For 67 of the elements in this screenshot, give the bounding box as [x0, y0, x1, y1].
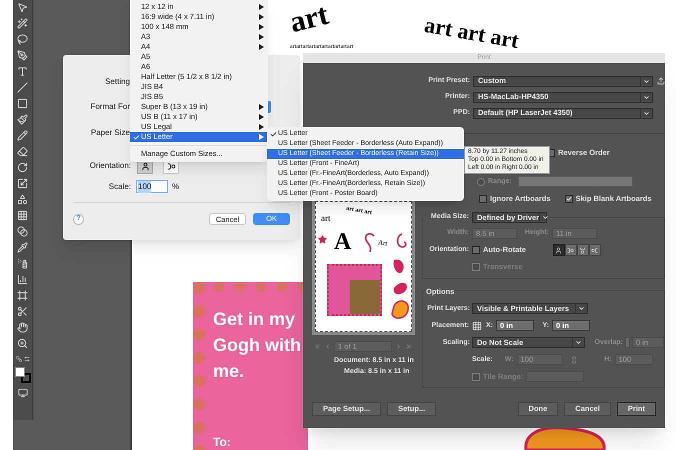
- swap-icon[interactable]: [24, 356, 30, 362]
- pen-icon[interactable]: [17, 50, 28, 61]
- person-icon: [591, 246, 598, 254]
- field-label: Scale:: [108, 180, 131, 192]
- eraser-icon[interactable]: [17, 146, 28, 157]
- art-text: art art art: [422, 14, 520, 52]
- caret-icon: [643, 110, 650, 116]
- caret-icon: [575, 339, 582, 346]
- caret-icon: [578, 305, 585, 312]
- wand-icon[interactable]: [17, 18, 28, 29]
- scale-field[interactable]: 100: [136, 180, 168, 193]
- art-text: art: [321, 214, 330, 223]
- unit-label: %: [172, 180, 180, 192]
- brush-icon[interactable]: [17, 114, 28, 125]
- star-icon: [318, 235, 327, 244]
- photo-placeholder: [350, 280, 380, 314]
- pointer-icon[interactable]: [17, 2, 28, 13]
- grid-icon[interactable]: [17, 210, 28, 221]
- blob-drawing: [390, 258, 411, 322]
- rotate-icon[interactable]: [17, 162, 28, 173]
- art-text: art: [286, 0, 332, 38]
- pencil-icon[interactable]: [17, 130, 28, 141]
- fill-stroke-swatch[interactable]: [14, 367, 30, 383]
- placement-grid-icon[interactable]: [472, 320, 482, 331]
- orientation-button[interactable]: [588, 244, 601, 256]
- person-icon: [579, 246, 586, 254]
- squiggle-drawing: [394, 232, 408, 250]
- person-icon: [140, 162, 150, 170]
- field-label: Paper Size: [90, 127, 130, 139]
- line-icon[interactable]: [17, 82, 28, 93]
- blend-icon[interactable]: [17, 226, 28, 237]
- checkbox[interactable]: [472, 246, 480, 254]
- card-text: Gogh with: [213, 334, 302, 357]
- person-icon: [567, 246, 574, 254]
- zoom-icon[interactable]: [17, 338, 28, 349]
- card-text: me.: [213, 360, 246, 383]
- import-icon[interactable]: [657, 77, 665, 85]
- range-field[interactable]: [518, 176, 633, 188]
- orientation-button[interactable]: [564, 244, 577, 256]
- type-icon[interactable]: [17, 66, 28, 77]
- artboard-icon[interactable]: [17, 290, 28, 301]
- caret-icon: [643, 78, 650, 84]
- field-label: Orientation:: [88, 160, 131, 172]
- person-icon: [166, 162, 176, 170]
- orientation-button[interactable]: [552, 244, 565, 256]
- scissors-icon[interactable]: [17, 306, 28, 317]
- person-icon: [555, 246, 562, 254]
- lasso-icon[interactable]: [17, 34, 28, 45]
- scale-icon[interactable]: [17, 178, 28, 189]
- letter-art: A: [334, 230, 352, 254]
- checkbox[interactable]: [479, 194, 487, 203]
- pipette-icon[interactable]: [17, 242, 28, 253]
- card-text: Get in my: [213, 308, 296, 331]
- bar-chart-icon[interactable]: [17, 274, 28, 285]
- field-label: Format For: [89, 101, 130, 113]
- screen-mode-icon[interactable]: [18, 388, 28, 398]
- rectangle-icon[interactable]: [17, 98, 28, 109]
- field-label: Setting: [104, 76, 130, 88]
- shapes-icon[interactable]: [17, 194, 28, 205]
- checkbox[interactable]: [564, 194, 573, 203]
- squiggle-drawing: [362, 232, 376, 254]
- check-icon: [270, 130, 277, 138]
- caret-icon: [643, 94, 650, 100]
- check-icon: [133, 134, 140, 140]
- card-text: To:: [213, 434, 232, 450]
- hand-icon[interactable]: [17, 322, 28, 333]
- caret-icon: [542, 214, 550, 221]
